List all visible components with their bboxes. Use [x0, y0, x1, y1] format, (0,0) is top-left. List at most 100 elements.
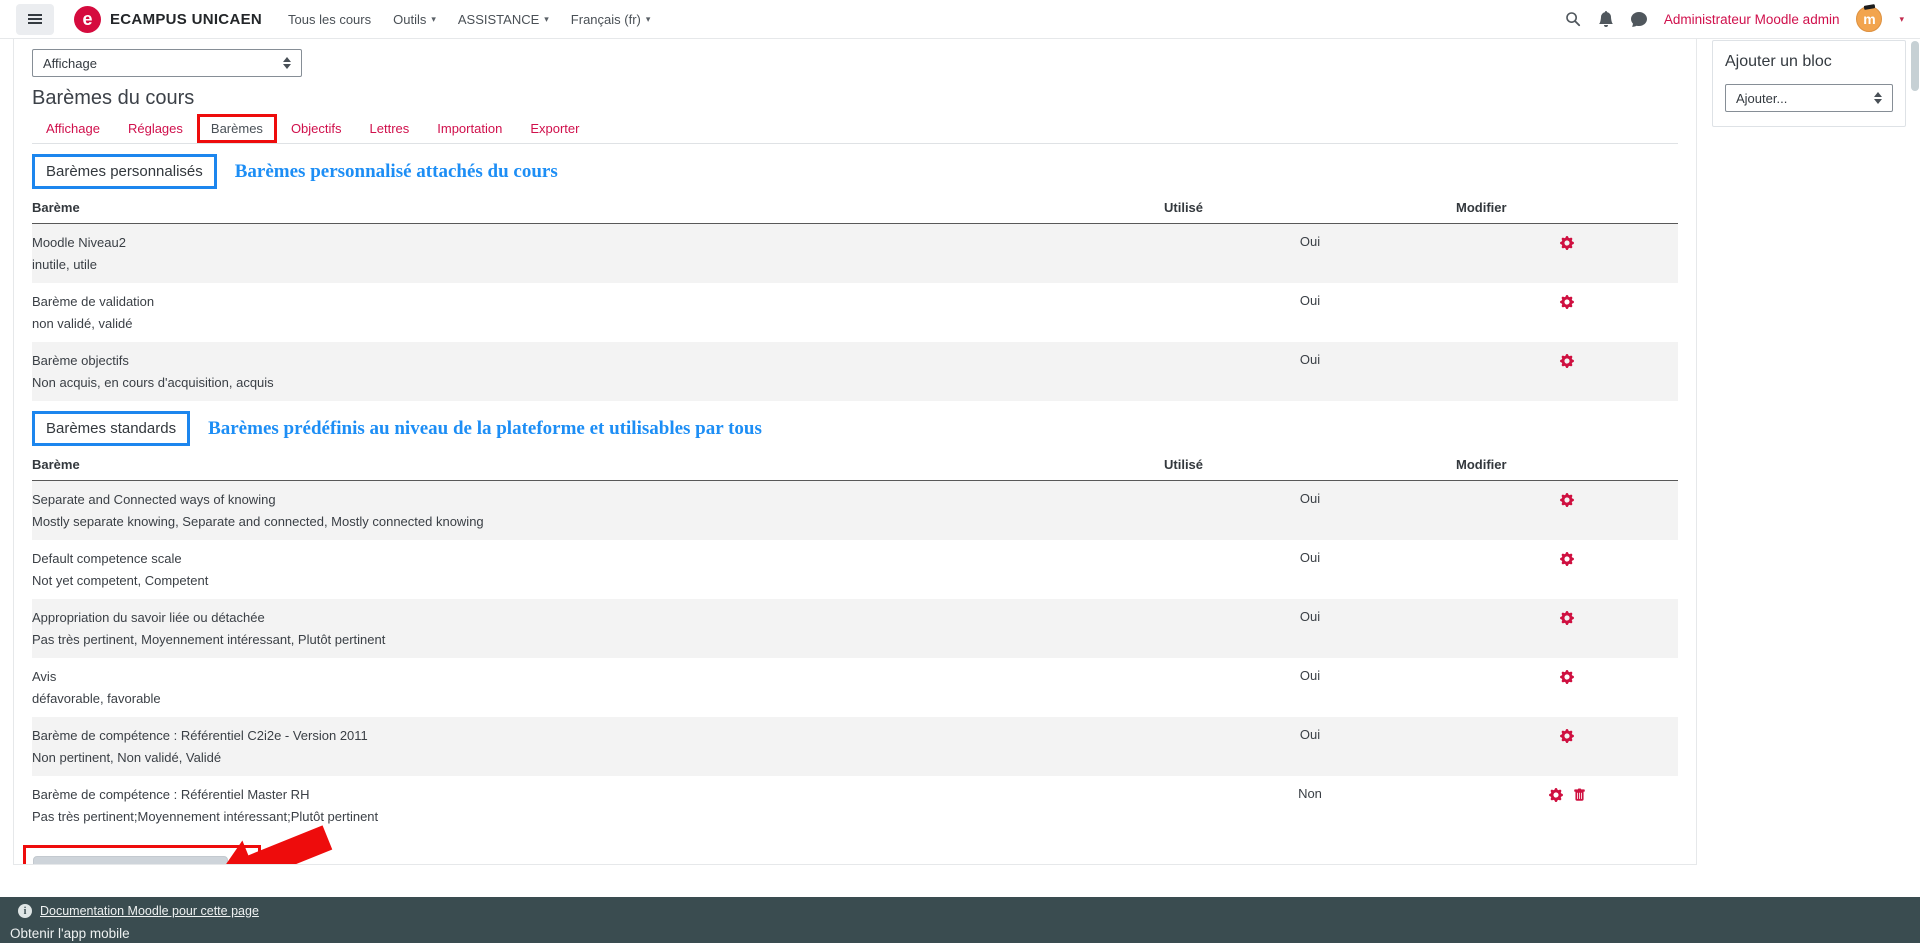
table-row: Barème de validation non validé, validéOu… — [32, 283, 1678, 342]
gear-icon[interactable] — [1560, 670, 1574, 684]
column-header-used: Utilisé — [1164, 452, 1456, 481]
tab-importation[interactable]: Importation — [423, 114, 516, 143]
gear-icon[interactable] — [1560, 295, 1574, 309]
scale-name-cell: Default competence scaleNot yet competen… — [32, 540, 1164, 599]
display-select-value: Affichage — [43, 56, 97, 71]
scale-name: Barème objectifs — [32, 352, 1164, 369]
tab-réglages[interactable]: Réglages — [114, 114, 197, 143]
scrollbar-thumb[interactable] — [1911, 41, 1919, 91]
scale-name-cell: Barème de compétence : Référentiel Maste… — [32, 776, 1164, 835]
scale-values: Pas très pertinent, Moyennement intéress… — [32, 631, 1164, 648]
notifications-bell-icon[interactable] — [1598, 11, 1614, 27]
add-block-select[interactable]: Ajouter... — [1725, 84, 1893, 112]
gear-icon[interactable] — [1560, 236, 1574, 250]
modify-cell — [1456, 658, 1678, 717]
used-cell: Oui — [1164, 283, 1456, 342]
gear-icon[interactable] — [1560, 611, 1574, 625]
scale-name-cell: Separate and Connected ways of knowingMo… — [32, 481, 1164, 541]
scale-name: Barème de compétence : Référentiel C2i2e… — [32, 727, 1164, 744]
tab-exporter[interactable]: Exporter — [516, 114, 593, 143]
tab-affichage[interactable]: Affichage — [32, 114, 114, 143]
gear-icon[interactable] — [1560, 729, 1574, 743]
scale-values: Mostly separate knowing, Separate and co… — [32, 513, 1164, 530]
add-scale-row: Ajouter un nouveau barème — [32, 845, 1678, 865]
nav-item-all-courses[interactable]: Tous les cours — [288, 12, 371, 27]
used-cell: Non — [1164, 776, 1456, 835]
scale-name: Avis — [32, 668, 1164, 685]
used-cell: Oui — [1164, 599, 1456, 658]
scale-name: Appropriation du savoir liée ou détachée — [32, 609, 1164, 626]
avatar[interactable]: m — [1856, 6, 1882, 32]
select-arrows-icon — [1874, 92, 1882, 104]
primary-nav: Tous les cours Outils▾ ASSISTANCE▾ Franç… — [288, 12, 650, 27]
select-arrows-icon — [283, 57, 291, 69]
settings-tabs: AffichageRéglagesBarèmesObjectifsLettres… — [32, 114, 1678, 144]
scale-values: Non pertinent, Non validé, Validé — [32, 749, 1164, 766]
mobile-app-row: Obtenir l'app mobile — [0, 926, 1920, 941]
used-cell: Oui — [1164, 481, 1456, 541]
table-row: Barème objectifs Non acquis, en cours d'a… — [32, 342, 1678, 401]
nav-item-assistance[interactable]: ASSISTANCE▾ — [458, 12, 549, 27]
scale-values: Pas très pertinent;Moyennement intéressa… — [32, 808, 1164, 825]
custom-scales-heading: Barèmes personnalisés — [32, 154, 217, 189]
table-row: Separate and Connected ways of knowingMo… — [32, 481, 1678, 541]
modify-cell — [1456, 342, 1678, 401]
messages-chat-icon[interactable] — [1631, 11, 1647, 27]
used-cell: Oui — [1164, 717, 1456, 776]
modify-cell — [1456, 540, 1678, 599]
moodle-docs-link[interactable]: Documentation Moodle pour cette page — [40, 904, 259, 918]
tab-lettres[interactable]: Lettres — [356, 114, 424, 143]
add-new-scale-button[interactable]: Ajouter un nouveau barème — [33, 856, 228, 865]
used-cell: Oui — [1164, 540, 1456, 599]
user-menu-caret-icon[interactable]: ▾ — [1899, 15, 1904, 24]
used-cell: Oui — [1164, 224, 1456, 284]
display-mode-select[interactable]: Affichage — [32, 49, 302, 77]
page-footer: i Documentation Moodle pour cette page O… — [0, 897, 1920, 943]
nav-item-language[interactable]: Français (fr)▾ — [571, 12, 651, 27]
gear-icon[interactable] — [1560, 493, 1574, 507]
custom-scales-annotation: Barèmes personnalisé attachés du cours — [235, 161, 558, 183]
modify-cell — [1456, 283, 1678, 342]
scale-name: Moodle Niveau2 — [32, 234, 1164, 251]
hamburger-icon — [28, 18, 42, 20]
mobile-app-link[interactable]: Obtenir l'app mobile — [10, 926, 130, 941]
user-menu-name[interactable]: Administrateur Moodle admin — [1664, 12, 1840, 27]
graduation-cap-icon — [1864, 4, 1876, 10]
nav-item-tools[interactable]: Outils▾ — [393, 12, 436, 27]
modify-cell — [1456, 599, 1678, 658]
gear-icon[interactable] — [1549, 788, 1563, 802]
hamburger-menu-button[interactable] — [16, 4, 54, 35]
scale-name-cell: Barème de validation non validé, validé — [32, 283, 1164, 342]
scale-values: non validé, validé — [32, 315, 1164, 332]
scale-values: défavorable, favorable — [32, 690, 1164, 707]
gear-icon[interactable] — [1560, 552, 1574, 566]
chevron-down-icon: ▾ — [431, 15, 436, 24]
chevron-down-icon: ▾ — [544, 15, 549, 24]
tab-barèmes[interactable]: Barèmes — [197, 114, 277, 143]
table-row: Barème de compétence : Référentiel Maste… — [32, 776, 1678, 835]
modify-cell — [1456, 717, 1678, 776]
search-icon[interactable] — [1565, 11, 1581, 27]
gear-icon[interactable] — [1560, 354, 1574, 368]
custom-scales-table: Barème Utilisé Modifier Moodle Niveau2in… — [32, 195, 1678, 401]
column-header-scale: Barème — [32, 195, 1164, 224]
column-header-scale: Barème — [32, 452, 1164, 481]
used-cell: Oui — [1164, 658, 1456, 717]
red-annotation-frame: Ajouter un nouveau barème — [23, 845, 261, 865]
table-row: Barème de compétence : Référentiel C2i2e… — [32, 717, 1678, 776]
ecampus-logo-icon: e — [74, 6, 101, 33]
scale-values: Non acquis, en cours d'acquisition, acqu… — [32, 374, 1164, 391]
column-header-modify: Modifier — [1456, 195, 1678, 224]
standard-scales-table: Barème Utilisé Modifier Separate and Con… — [32, 452, 1678, 835]
add-block-select-value: Ajouter... — [1736, 91, 1787, 106]
navbar-right: Administrateur Moodle admin m ▾ — [1565, 6, 1904, 32]
trash-icon[interactable] — [1573, 788, 1586, 802]
scale-name-cell: Avis défavorable, favorable — [32, 658, 1164, 717]
standard-scales-annotation: Barèmes prédéfinis au niveau de la plate… — [208, 418, 762, 440]
site-brand[interactable]: e ECAMPUS UNICAEN — [74, 6, 262, 33]
table-row: Default competence scaleNot yet competen… — [32, 540, 1678, 599]
tab-objectifs[interactable]: Objectifs — [277, 114, 356, 143]
scale-name: Barème de validation — [32, 293, 1164, 310]
scale-name: Default competence scale — [32, 550, 1164, 567]
column-header-modify: Modifier — [1456, 452, 1678, 481]
